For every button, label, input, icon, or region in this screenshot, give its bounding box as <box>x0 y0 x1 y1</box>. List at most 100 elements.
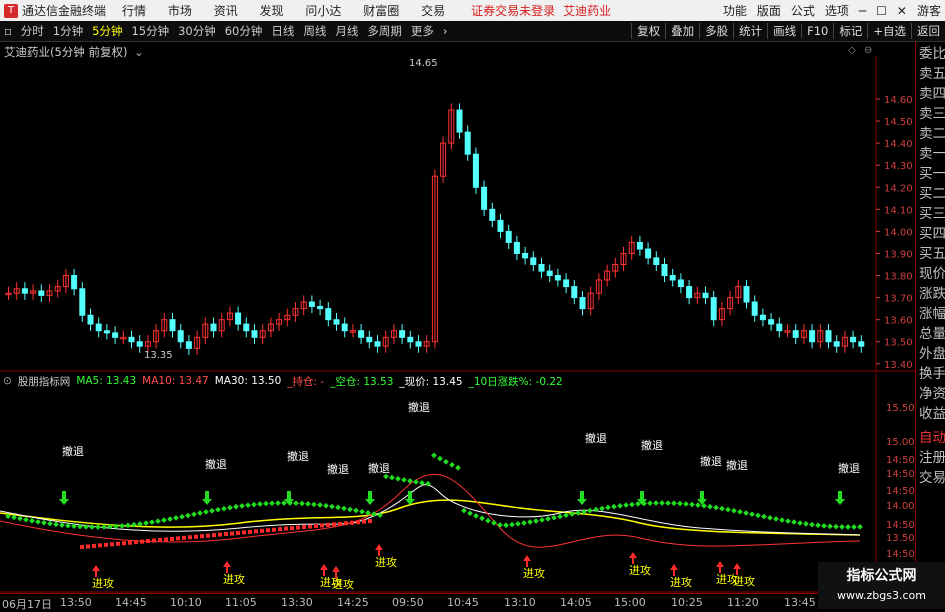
rp-item[interactable]: 换手 <box>919 364 945 385</box>
hold-marker <box>497 522 503 528</box>
rp-item[interactable]: 外盘 <box>919 344 945 365</box>
menu-wealth[interactable]: 财富圈 <box>363 4 399 18</box>
attack-label: 进攻 <box>223 572 245 586</box>
menu-function[interactable]: 功能 <box>723 2 747 19</box>
empty-marker <box>152 538 156 543</box>
remove-icon[interactable]: ⊖ <box>864 45 872 56</box>
btn-draw[interactable]: 画线 <box>767 23 801 39</box>
axis-tick-label: 14.40 <box>884 139 913 150</box>
hold-marker <box>527 519 533 525</box>
menu-layout[interactable]: 版面 <box>757 2 781 19</box>
candle-body <box>522 252 529 259</box>
kline-chart[interactable]: 艾迪药业(5分钟 前复权) ⌄ 14.60 14.50 14.40 14.30 14.2… <box>0 42 915 372</box>
candle-body <box>71 275 78 290</box>
rp-item[interactable]: 买二 <box>919 184 945 205</box>
hold-marker <box>653 500 659 506</box>
hold-marker <box>749 511 755 518</box>
empty-marker <box>236 530 240 535</box>
btn-overlay[interactable]: 叠加 <box>665 23 699 39</box>
period-tab[interactable]: 1分钟 <box>53 23 83 39</box>
rp-item[interactable]: 买一 <box>919 164 945 185</box>
candle-body <box>185 341 192 349</box>
hold-marker <box>599 505 605 512</box>
rp-item[interactable]: 买四 <box>919 224 945 245</box>
candle-body <box>79 288 86 316</box>
rp-item[interactable]: 涨跌 <box>919 284 945 305</box>
period-tab[interactable]: 30分钟 <box>178 23 216 39</box>
menu-xiaoda[interactable]: 问小达 <box>305 4 341 18</box>
hold-marker <box>545 516 551 522</box>
menu-quotes[interactable]: 行情 <box>122 4 146 18</box>
menu-options[interactable]: 选项 <box>825 2 849 19</box>
hold-marker <box>269 500 275 507</box>
rp-item[interactable]: 卖三 <box>919 104 945 125</box>
btn-fuquan[interactable]: 复权 <box>631 23 665 39</box>
period-tab[interactable]: 日线 <box>271 23 294 39</box>
menu-market[interactable]: 市场 <box>168 4 192 18</box>
btn-multi[interactable]: 多股 <box>699 23 733 39</box>
diamond-icon[interactable]: ◇ <box>848 45 856 56</box>
rp-register[interactable]: 注册 <box>919 448 945 469</box>
close-icon[interactable]: ✕ <box>897 4 907 18</box>
period-tab[interactable]: 15分钟 <box>131 23 169 39</box>
btn-mark[interactable]: 标记 <box>833 23 867 39</box>
retreat-label: 撤退 <box>327 462 349 476</box>
retreat-arrow <box>405 491 415 505</box>
menu-formula[interactable]: 公式 <box>791 2 815 19</box>
period-tab[interactable]: 月线 <box>335 23 358 39</box>
toolbar-collapse-icon[interactable]: ▫ <box>4 24 12 38</box>
rp-item[interactable]: 买三 <box>919 204 945 225</box>
hold-marker <box>707 503 713 510</box>
hold-marker <box>773 516 779 522</box>
menu-trade[interactable]: 交易 <box>421 4 445 18</box>
rp-item[interactable]: 卖一 <box>919 144 945 165</box>
period-tab[interactable]: 60分钟 <box>225 23 263 39</box>
indicator-chart[interactable]: ⊙ 股朋指标网 MA5: 13.43 MA10: 13.47 MA30: 13.… <box>0 373 915 593</box>
btn-back[interactable]: 返回 <box>911 23 945 39</box>
rp-auto[interactable]: 自动 <box>919 428 945 449</box>
btn-add-watch[interactable]: +自选 <box>867 23 911 39</box>
empty-marker <box>230 531 234 536</box>
login-warning[interactable]: 证券交易未登录 <box>471 2 555 19</box>
rp-item[interactable]: 买五 <box>919 244 945 265</box>
hold-marker <box>389 474 395 481</box>
period-more[interactable]: 更多 <box>411 23 434 39</box>
rp-item[interactable]: 卖五 <box>919 64 945 85</box>
minimize-icon[interactable]: ─ <box>859 4 866 18</box>
period-tab-active[interactable]: 5分钟 <box>92 23 122 39</box>
period-tab[interactable]: 多周期 <box>367 23 402 39</box>
chevron-right-icon[interactable]: › <box>443 24 448 38</box>
hold-marker <box>431 452 437 459</box>
hold-marker <box>461 507 467 514</box>
time-label: 13:45 <box>784 596 816 609</box>
guest-user[interactable]: 游客 <box>917 2 941 19</box>
attack-arrow <box>223 561 231 573</box>
rp-item[interactable]: 委比 <box>919 44 945 65</box>
rp-item[interactable]: 总量 <box>919 324 945 345</box>
menu-news[interactable]: 资讯 <box>214 4 238 18</box>
hold-marker <box>35 518 41 525</box>
rp-trade[interactable]: 交易 <box>919 468 945 489</box>
rp-item[interactable]: 卖二 <box>919 124 945 145</box>
btn-stats[interactable]: 统计 <box>733 23 767 39</box>
empty-marker <box>206 533 210 538</box>
rp-item[interactable]: 收益 <box>919 404 945 425</box>
hold-marker <box>209 507 215 514</box>
hold-marker <box>275 500 281 506</box>
period-tab[interactable]: 周线 <box>303 23 326 39</box>
btn-f10[interactable]: F10 <box>801 24 833 38</box>
axis-tick-label: 13.90 <box>884 249 913 260</box>
hold-marker <box>689 501 695 508</box>
empty-marker <box>338 521 342 526</box>
period-tab[interactable]: 分时 <box>21 23 44 39</box>
hold-marker <box>473 513 479 519</box>
menu-discover[interactable]: 发现 <box>260 4 284 18</box>
rp-item[interactable]: 现价 <box>919 264 945 285</box>
candle-body <box>21 288 28 294</box>
hold-marker <box>755 512 761 519</box>
hold-marker <box>677 500 683 507</box>
rp-item[interactable]: 净资 <box>919 384 945 405</box>
rp-item[interactable]: 卖四 <box>919 84 945 105</box>
rp-item[interactable]: 涨幅 <box>919 304 945 325</box>
maximize-icon[interactable]: ☐ <box>876 4 887 18</box>
